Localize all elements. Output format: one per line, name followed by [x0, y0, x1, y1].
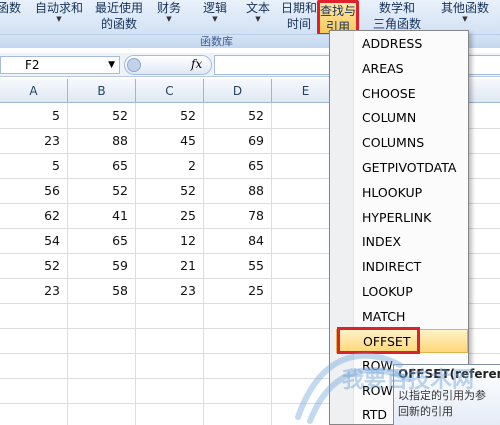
cell[interactable]: 45 — [136, 128, 204, 153]
table-row: 5 52 52 52 — [0, 103, 330, 128]
chevron-down-icon[interactable]: ▼ — [108, 57, 115, 73]
menu-item-lookup[interactable]: LOOKUP — [354, 280, 468, 305]
menu-item-index[interactable]: INDEX — [354, 230, 468, 255]
button-label: 日期和 — [280, 1, 317, 15]
ribbon-more-functions-button[interactable]: 其他函数 ▼ — [434, 0, 496, 34]
button-label: 的函数 — [100, 17, 137, 31]
menu-gutter — [330, 31, 354, 424]
cell[interactable]: 5 — [0, 103, 68, 128]
button-label: 逻辑 — [202, 1, 227, 15]
cell[interactable]: 62 — [0, 203, 68, 228]
cell[interactable]: 78 — [204, 203, 272, 228]
table-row: 56 52 52 88 — [0, 178, 330, 203]
table-row: 54 65 12 84 — [0, 228, 330, 253]
tooltip-description: 回新的引用 — [398, 405, 453, 418]
insert-function-icon[interactable]: fx — [191, 57, 202, 71]
table-row: 23 58 23 25 — [0, 278, 330, 303]
cell[interactable]: 65 — [68, 228, 136, 253]
chevron-down-icon: ▼ — [212, 15, 218, 23]
cell[interactable]: 56 — [0, 178, 68, 203]
cell[interactable]: 52 — [204, 103, 272, 128]
ribbon-autosum-button[interactable]: 自动求和 ▼ — [34, 0, 84, 34]
tooltip-title: OFFSET(referen — [398, 367, 500, 381]
cell[interactable]: 2 — [136, 153, 204, 178]
cell[interactable]: 65 — [68, 153, 136, 178]
button-label: 最近使用 — [94, 1, 143, 15]
cell[interactable]: 54 — [0, 228, 68, 253]
ribbon-math-trig-button[interactable]: 数学和 三角函数 — [368, 0, 426, 34]
cell[interactable]: 21 — [136, 253, 204, 278]
cell[interactable]: 25 — [136, 203, 204, 228]
menu-item-indirect[interactable]: INDIRECT — [354, 255, 468, 280]
group-label-text: 函数库 — [200, 35, 233, 48]
menu-item-choose[interactable]: CHOOSE — [354, 82, 468, 107]
menu-item-hlookup[interactable]: HLOOKUP — [354, 181, 468, 206]
column-header-c[interactable]: C — [136, 79, 204, 103]
menu-item-address[interactable]: ADDRESS — [354, 32, 468, 57]
ribbon-financial-button[interactable]: 财务 ▼ — [152, 0, 186, 34]
cell[interactable]: 23 — [136, 278, 204, 303]
cell[interactable]: 88 — [68, 128, 136, 153]
cell[interactable]: 88 — [204, 178, 272, 203]
cell[interactable]: 84 — [204, 228, 272, 253]
cell[interactable]: 25 — [204, 278, 272, 303]
button-label: 财务 — [156, 1, 181, 15]
cell[interactable]: 52 — [68, 103, 136, 128]
menu-item-hyperlink[interactable]: HYPERLINK — [354, 206, 468, 231]
column-header-d[interactable]: D — [204, 79, 272, 103]
ribbon-logical-button[interactable]: 逻辑 ▼ — [198, 0, 232, 34]
cell[interactable]: 55 — [204, 253, 272, 278]
button-label: 函数 — [0, 1, 21, 15]
ribbon-text-button[interactable]: 文本 ▼ — [242, 0, 274, 34]
cell[interactable]: 52 — [136, 103, 204, 128]
menu-item-column[interactable]: COLUMN — [354, 106, 468, 131]
button-label: 数学和 — [378, 1, 415, 15]
table-row: 5 65 2 65 — [0, 153, 330, 178]
tooltip-description: 以指定的引用为参 — [398, 389, 486, 402]
resize-handle[interactable] — [127, 58, 141, 72]
ribbon-datetime-button[interactable]: 日期和 时间 — [280, 0, 318, 34]
cell[interactable]: 41 — [68, 203, 136, 228]
cell[interactable]: 23 — [0, 278, 68, 303]
ribbon-recent-button[interactable]: 最近使用 的函数 — [90, 0, 148, 34]
menu-item-match[interactable]: MATCH — [354, 305, 468, 330]
name-box-value: F2 — [25, 58, 40, 72]
cell[interactable]: 12 — [136, 228, 204, 253]
chevron-down-icon: ▼ — [255, 15, 261, 23]
column-header-a[interactable]: A — [0, 79, 68, 103]
cell[interactable]: 69 — [204, 128, 272, 153]
ribbon-insert-function-button[interactable]: 函数 — [0, 0, 24, 34]
formula-controls: fx — [124, 55, 212, 75]
offset-highlight-box — [337, 327, 420, 354]
menu-item-columns[interactable]: COLUMNS — [354, 131, 468, 156]
button-label: 查找与 — [320, 4, 357, 18]
cell[interactable]: 52 — [68, 178, 136, 203]
menu-item-getpivotdata[interactable]: GETPIVOTDATA — [354, 156, 468, 181]
chevron-down-icon: ▼ — [56, 15, 62, 23]
cell[interactable]: 52 — [0, 253, 68, 278]
chevron-down-icon: ▼ — [462, 15, 468, 23]
column-header-b[interactable]: B — [68, 79, 136, 103]
table-row: 62 41 25 78 — [0, 203, 330, 228]
cell[interactable]: 23 — [0, 128, 68, 153]
button-label: 其他函数 — [440, 1, 489, 15]
cell[interactable]: 65 — [204, 153, 272, 178]
chevron-down-icon: ▼ — [166, 15, 172, 23]
menu-item-areas[interactable]: AREAS — [354, 57, 468, 82]
button-label: 自动求和 — [34, 1, 83, 15]
table-row: 52 59 21 55 — [0, 253, 330, 278]
cell[interactable]: 52 — [136, 178, 204, 203]
cell[interactable]: 59 — [68, 253, 136, 278]
function-tooltip: OFFSET(referen 以指定的引用为参 回新的引用 — [393, 364, 500, 425]
table-row: 23 88 45 69 — [0, 128, 330, 153]
cell[interactable]: 58 — [68, 278, 136, 303]
button-label: 文本 — [245, 1, 270, 15]
cell[interactable]: 5 — [0, 153, 68, 178]
name-box[interactable]: F2 ▼ — [0, 56, 120, 74]
button-label: 时间 — [286, 17, 311, 31]
